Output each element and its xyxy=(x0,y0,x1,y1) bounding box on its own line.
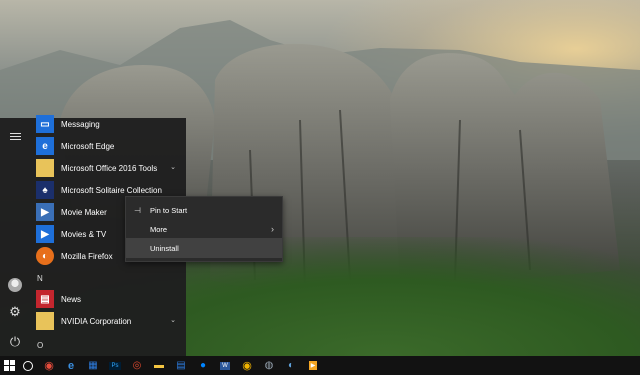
taskbar-chrome-button[interactable]: ◉ xyxy=(38,356,60,375)
taskbar-photoshop-button[interactable]: Ps xyxy=(104,356,126,375)
list-item-microsoft-edge[interactable]: e Microsoft Edge xyxy=(36,135,184,157)
taskbar-edge-button[interactable]: e xyxy=(60,356,82,375)
app-label: NVIDIA Corporation xyxy=(61,316,132,326)
explorer-icon: ▬ xyxy=(154,360,164,371)
app-label: Messaging xyxy=(61,119,100,129)
cortana-icon xyxy=(23,360,33,371)
app-label: Mozilla Firefox xyxy=(61,251,113,261)
chevron-right-icon: › xyxy=(271,224,274,234)
user-account-button[interactable] xyxy=(0,271,30,299)
app-icon: ◎ xyxy=(132,360,142,371)
taskbar-explorer-button[interactable]: ▬ xyxy=(148,356,170,375)
taskbar-chrome-button-2[interactable]: ◉ xyxy=(236,356,258,375)
more-item[interactable]: More › xyxy=(126,219,282,239)
app-label: Microsoft Office 2016 Tools xyxy=(61,163,158,173)
taskbar: ◉ e ▦ Ps ◎ ▬ ▤ ● W ◉ ◍ ◐ ▶ xyxy=(0,356,640,375)
taskbar-app-button[interactable]: ◎ xyxy=(126,356,148,375)
store-icon: ▦ xyxy=(88,360,98,371)
cortana-button[interactable] xyxy=(18,356,38,375)
app-icon: ◐ xyxy=(287,360,295,371)
app-label: News xyxy=(61,294,82,304)
word-icon: W xyxy=(220,361,230,370)
hamburger-icon xyxy=(9,131,21,142)
messaging-icon: ▭ xyxy=(36,115,54,133)
app-label: Microsoft Edge xyxy=(61,141,115,151)
store-icon: ▤ xyxy=(176,360,186,371)
section-letter-n[interactable]: N xyxy=(37,274,43,283)
news-icon: ▤ xyxy=(36,290,54,308)
context-menu: ⊣ Pin to Start More › Uninstall xyxy=(125,196,283,262)
app-label: Movie Maker xyxy=(61,207,107,217)
app-label: Microsoft Solitaire Collection xyxy=(61,185,162,195)
uninstall-label: Uninstall xyxy=(150,243,179,253)
taskbar-steam-button[interactable]: ◍ xyxy=(258,356,280,375)
chrome-icon: ◉ xyxy=(242,360,252,372)
taskbar-word-button[interactable]: W xyxy=(214,356,236,375)
gear-icon: ⚙ xyxy=(9,304,21,319)
photoshop-icon: Ps xyxy=(109,361,121,370)
movie-maker-icon: ▶ xyxy=(36,203,54,221)
folder-icon xyxy=(36,312,54,330)
messenger-icon: ● xyxy=(199,360,207,371)
windows-logo-icon xyxy=(3,360,15,371)
edge-icon: e xyxy=(67,359,75,372)
list-item-nvidia[interactable]: NVIDIA Corporation ⌄ xyxy=(36,310,184,332)
start-rail: ⚙ ⏻ xyxy=(0,118,30,356)
solitaire-icon: ♠ xyxy=(36,181,54,199)
chevron-down-icon: ⌄ xyxy=(170,164,176,171)
chevron-down-icon: ⌄ xyxy=(170,317,176,324)
settings-button[interactable]: ⚙ xyxy=(0,298,30,326)
power-icon: ⏻ xyxy=(9,334,21,349)
pin-icon: ⊣ xyxy=(134,205,141,215)
hamburger-menu-button[interactable] xyxy=(0,122,30,150)
list-item-messaging[interactable]: ▭ Messaging xyxy=(36,113,184,135)
edge-icon: e xyxy=(36,137,54,155)
start-button[interactable] xyxy=(0,356,18,375)
list-item-news[interactable]: ▤ News xyxy=(36,288,184,310)
folder-icon xyxy=(36,159,54,177)
taskbar-store-button-2[interactable]: ▤ xyxy=(170,356,192,375)
more-label: More xyxy=(150,224,168,234)
avatar xyxy=(8,278,22,292)
firefox-icon: ◐ xyxy=(36,247,54,265)
app-label: Movies & TV xyxy=(61,229,107,239)
taskbar-messenger-button[interactable]: ● xyxy=(192,356,214,375)
steam-icon: ◍ xyxy=(264,360,274,371)
chrome-icon: ◉ xyxy=(44,360,54,372)
uninstall-item[interactable]: Uninstall xyxy=(126,238,282,258)
taskbar-media-player-button[interactable]: ▶ xyxy=(302,356,324,375)
taskbar-app-button-2[interactable]: ◐ xyxy=(280,356,302,375)
list-item-office-tools[interactable]: Microsoft Office 2016 Tools ⌄ xyxy=(36,157,184,179)
media-player-icon: ▶ xyxy=(308,361,318,370)
pin-to-start-item[interactable]: ⊣ Pin to Start xyxy=(126,200,282,220)
pin-to-start-label: Pin to Start xyxy=(150,205,188,215)
section-letter-o[interactable]: O xyxy=(37,341,43,350)
power-button[interactable]: ⏻ xyxy=(0,328,30,356)
movies-tv-icon: ▶ xyxy=(36,225,54,243)
taskbar-store-button[interactable]: ▦ xyxy=(82,356,104,375)
